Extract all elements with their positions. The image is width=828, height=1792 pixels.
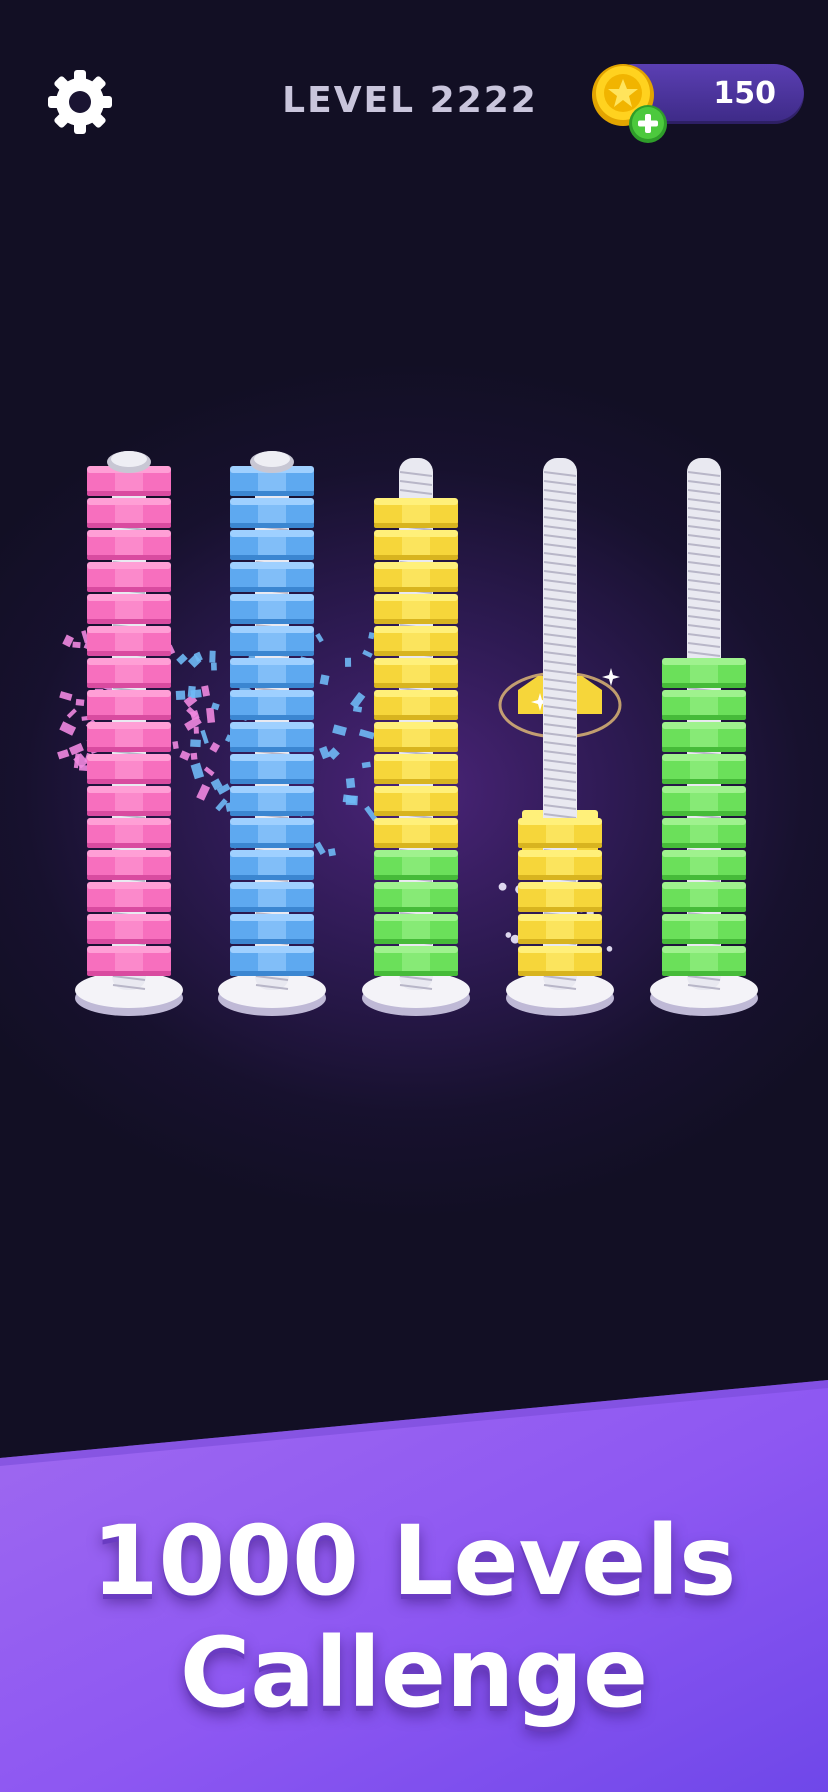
nut-pink: [87, 818, 171, 848]
confetti-piece: [344, 657, 352, 667]
nut-yellow: [374, 562, 458, 592]
nut-pink: [87, 690, 171, 720]
confetti-piece: [190, 752, 198, 760]
nut-green: [662, 786, 746, 816]
pole-graphic: [362, 458, 470, 1016]
confetti-piece: [190, 762, 205, 780]
confetti-piece: [196, 783, 211, 801]
nut-pink: [87, 882, 171, 912]
nut-pink: [87, 658, 171, 688]
pole-4[interactable]: [504, 0, 616, 1030]
nut-yellow: [374, 498, 458, 528]
nut-pink: [87, 786, 171, 816]
pole-1[interactable]: [73, 0, 185, 1030]
nut-yellow: [518, 818, 602, 848]
banner-line-1: 1000 Levels: [91, 1505, 737, 1617]
nut-blue: [230, 850, 314, 880]
nut-green: [662, 914, 746, 944]
nut-yellow: [518, 946, 602, 976]
pole-graphic: [506, 458, 614, 1016]
nut-pink: [87, 562, 171, 592]
confetti-piece: [209, 650, 216, 663]
confetti-piece: [345, 777, 356, 789]
nut-yellow: [374, 530, 458, 560]
confetti-piece: [203, 766, 215, 777]
nut-blue: [230, 786, 314, 816]
nut-green: [662, 754, 746, 784]
nut-blue: [230, 498, 314, 528]
nut-yellow: [374, 786, 458, 816]
pole-2[interactable]: [216, 0, 328, 1030]
nut-green: [662, 658, 746, 688]
nut-pink: [87, 530, 171, 560]
nut-blue: [230, 562, 314, 592]
nut-pink: [87, 914, 171, 944]
nut-yellow: [374, 754, 458, 784]
nut-blue: [230, 626, 314, 656]
promo-banner: 1000 Levels Callenge: [0, 1380, 828, 1792]
nut-pink: [87, 754, 171, 784]
nut-pink: [87, 722, 171, 752]
confetti-piece: [57, 749, 70, 760]
nut-green: [662, 946, 746, 976]
nut-blue: [230, 818, 314, 848]
confetti-piece: [201, 685, 211, 697]
nut-pink: [87, 626, 171, 656]
nut-yellow: [518, 914, 602, 944]
nut-yellow: [518, 882, 602, 912]
nut-green: [662, 722, 746, 752]
nut-yellow: [374, 722, 458, 752]
confetti-piece: [206, 707, 216, 723]
nut-blue: [230, 754, 314, 784]
nut-blue: [230, 722, 314, 752]
game-board: [0, 0, 828, 1100]
nut-green: [374, 914, 458, 944]
nut-blue: [230, 946, 314, 976]
nut-blue: [230, 882, 314, 912]
nut-blue: [230, 530, 314, 560]
nut-pink: [87, 850, 171, 880]
pole-graphic: [75, 451, 183, 1016]
nut-blue: [230, 690, 314, 720]
nut-blue: [230, 658, 314, 688]
nut-green: [662, 882, 746, 912]
nut-green: [374, 850, 458, 880]
nut-yellow: [374, 690, 458, 720]
nut-green: [662, 818, 746, 848]
confetti-piece: [327, 848, 336, 857]
nut-yellow: [374, 626, 458, 656]
nut-yellow: [374, 658, 458, 688]
nut-pink: [87, 594, 171, 624]
nut-pink: [87, 498, 171, 528]
nut-yellow: [518, 850, 602, 880]
nut-blue: [230, 594, 314, 624]
confetti-piece: [200, 729, 209, 745]
confetti-piece: [187, 685, 196, 698]
nut-green: [662, 690, 746, 720]
confetti-piece: [59, 691, 73, 701]
nut-pink: [87, 946, 171, 976]
nut-yellow: [374, 818, 458, 848]
pole-graphic: [650, 458, 758, 1016]
pole-5[interactable]: [648, 0, 760, 1030]
nut-yellow: [374, 594, 458, 624]
pole-3[interactable]: [360, 0, 472, 1030]
nut-green: [662, 850, 746, 880]
nut-green: [374, 946, 458, 976]
nut-blue: [230, 914, 314, 944]
nut-green: [374, 882, 458, 912]
banner-line-2: Callenge: [179, 1617, 649, 1729]
confetti-piece: [327, 747, 340, 760]
confetti-piece: [190, 739, 201, 748]
confetti-piece: [193, 726, 199, 734]
confetti-piece: [332, 724, 347, 737]
pole-graphic: [218, 451, 326, 1016]
